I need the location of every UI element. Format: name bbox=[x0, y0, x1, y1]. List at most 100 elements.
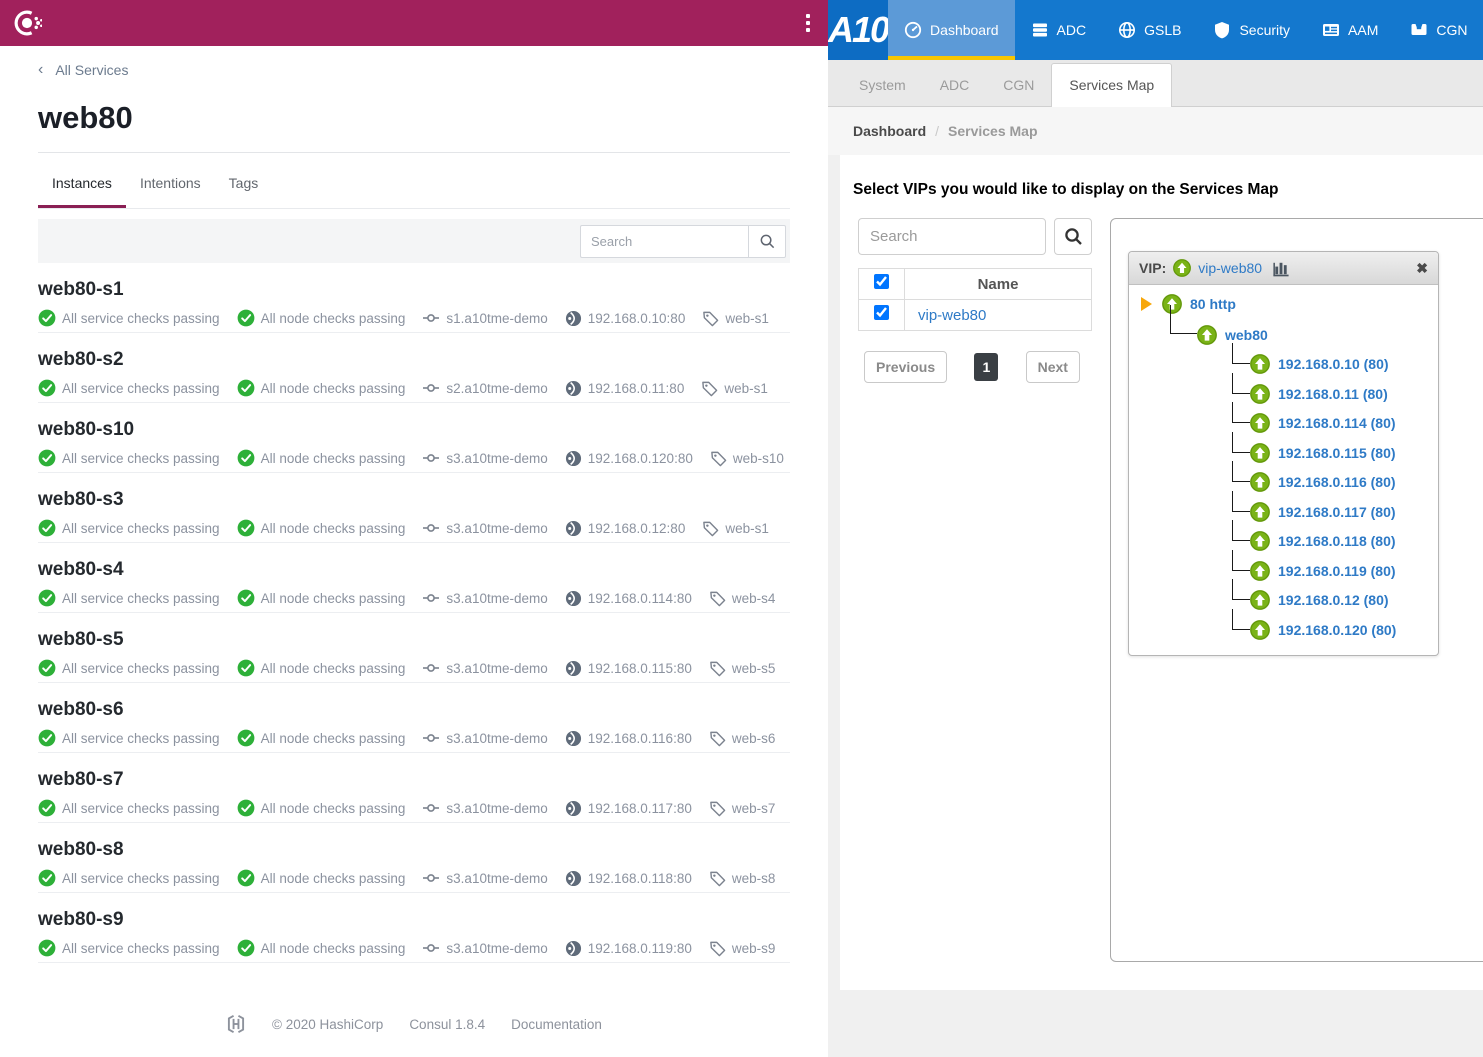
breadcrumb-page: Services Map bbox=[948, 123, 1038, 139]
tree-member-node[interactable]: 192.168.0.118 (80) bbox=[1250, 531, 1396, 551]
subtab-services-map[interactable]: Services Map bbox=[1051, 63, 1172, 107]
subtab-adc[interactable]: ADC bbox=[923, 64, 987, 106]
instance-name[interactable]: web80-s3 bbox=[38, 489, 790, 511]
close-icon[interactable]: ✖ bbox=[1416, 260, 1428, 277]
instance-row[interactable]: web80-s3 All service checks passing All … bbox=[38, 473, 790, 543]
tree-member-node[interactable]: 192.168.0.119 (80) bbox=[1250, 561, 1396, 581]
check-circle-icon bbox=[38, 589, 56, 607]
select-vips-heading: Select VIPs you would like to display on… bbox=[853, 181, 1279, 199]
node-name[interactable]: s3.a10tme-demo bbox=[422, 729, 547, 747]
instance-row[interactable]: web80-s5 All service checks passing All … bbox=[38, 613, 790, 683]
tree-member-node[interactable]: 192.168.0.120 (80) bbox=[1250, 620, 1396, 640]
subtab-system[interactable]: System bbox=[842, 64, 923, 106]
ip-globe-icon bbox=[565, 660, 582, 677]
instance-name[interactable]: web80-s10 bbox=[38, 419, 790, 441]
node-name[interactable]: s2.a10tme-demo bbox=[422, 379, 547, 397]
tab-intentions[interactable]: Intentions bbox=[126, 157, 215, 208]
tree-member-node[interactable]: 192.168.0.117 (80) bbox=[1250, 502, 1396, 522]
instance-name[interactable]: web80-s7 bbox=[38, 769, 790, 791]
current-page-badge[interactable]: 1 bbox=[974, 353, 998, 381]
instance-row[interactable]: web80-s6 All service checks passing All … bbox=[38, 683, 790, 753]
node-name[interactable]: s3.a10tme-demo bbox=[422, 869, 547, 887]
instance-row[interactable]: web80-s9 All service checks passing All … bbox=[38, 893, 790, 963]
search-input[interactable] bbox=[580, 225, 748, 258]
tag-icon bbox=[709, 660, 726, 677]
tree-member-node[interactable]: 192.168.0.116 (80) bbox=[1250, 472, 1396, 492]
tree-member-node[interactable]: 192.168.0.11 (80) bbox=[1250, 384, 1388, 404]
node-name[interactable]: s3.a10tme-demo bbox=[422, 519, 547, 537]
instance-name[interactable]: web80-s2 bbox=[38, 349, 790, 371]
search-button[interactable] bbox=[748, 225, 786, 258]
instance-name[interactable]: web80-s5 bbox=[38, 629, 790, 651]
chart-icon[interactable] bbox=[1272, 259, 1290, 277]
node-name[interactable]: s3.a10tme-demo bbox=[422, 799, 547, 817]
breadcrumb[interactable]: ‹ All Services bbox=[38, 62, 790, 78]
node-name[interactable]: s3.a10tme-demo bbox=[422, 589, 547, 607]
node-name[interactable]: s3.a10tme-demo bbox=[422, 939, 547, 957]
service-checks: All service checks passing bbox=[38, 729, 220, 747]
instance-row[interactable]: web80-s10 All service checks passing All… bbox=[38, 403, 790, 473]
instance-name[interactable]: web80-s4 bbox=[38, 559, 790, 581]
nav-dashboard[interactable]: Dashboard bbox=[888, 0, 1015, 60]
node-name[interactable]: s1.a10tme-demo bbox=[422, 309, 547, 327]
nav-security[interactable]: Security bbox=[1197, 0, 1306, 60]
ip-globe-icon bbox=[565, 380, 582, 397]
instance-tag: web-s7 bbox=[709, 800, 776, 817]
instance-row[interactable]: web80-s7 All service checks passing All … bbox=[38, 753, 790, 823]
tree-member-node[interactable]: 192.168.0.10 (80) bbox=[1250, 354, 1389, 374]
footer-documentation-link[interactable]: Documentation bbox=[511, 1017, 602, 1032]
next-button[interactable]: Next bbox=[1026, 351, 1080, 383]
search-icon bbox=[759, 233, 776, 250]
select-all-checkbox[interactable] bbox=[874, 274, 889, 289]
breadcrumb-label[interactable]: All Services bbox=[55, 62, 128, 78]
instance-name[interactable]: web80-s8 bbox=[38, 839, 790, 861]
check-circle-icon bbox=[38, 449, 56, 467]
tree-service-node[interactable]: web80 bbox=[1197, 325, 1268, 345]
tree-connector bbox=[1232, 343, 1250, 364]
instance-row[interactable]: web80-s2 All service checks passing All … bbox=[38, 333, 790, 403]
tree-member-node[interactable]: 192.168.0.115 (80) bbox=[1250, 443, 1396, 463]
node-checks: All node checks passing bbox=[237, 939, 406, 957]
instance-tag: web-s1 bbox=[701, 380, 768, 397]
consul-logo-icon[interactable] bbox=[12, 8, 42, 38]
tree-member-node[interactable]: 192.168.0.12 (80) bbox=[1250, 590, 1389, 610]
nav-adc[interactable]: ADC bbox=[1015, 0, 1103, 60]
tab-instances[interactable]: Instances bbox=[38, 157, 126, 208]
check-circle-icon bbox=[38, 729, 56, 747]
instance-name[interactable]: web80-s9 bbox=[38, 909, 790, 931]
server-icon bbox=[1031, 21, 1049, 39]
a10-logo[interactable]: A10 bbox=[828, 0, 888, 60]
node-name[interactable]: s3.a10tme-demo bbox=[422, 449, 547, 467]
node-name[interactable]: s3.a10tme-demo bbox=[422, 659, 547, 677]
tree-connector bbox=[1232, 579, 1250, 600]
service-checks: All service checks passing bbox=[38, 799, 220, 817]
ip-globe-icon bbox=[565, 310, 582, 327]
tree-connector bbox=[1170, 305, 1197, 334]
vip-search-input[interactable] bbox=[858, 218, 1046, 255]
tree-member-node[interactable]: 192.168.0.114 (80) bbox=[1250, 413, 1396, 433]
vip-link[interactable]: vip-web80 bbox=[905, 300, 1092, 331]
breadcrumb-section[interactable]: Dashboard bbox=[853, 123, 926, 139]
tab-tags[interactable]: Tags bbox=[215, 157, 273, 208]
previous-button[interactable]: Previous bbox=[864, 351, 947, 383]
instance-address: 192.168.0.11:80 bbox=[565, 380, 685, 397]
vip-name-link[interactable]: vip-web80 bbox=[1198, 260, 1262, 276]
instance-row[interactable]: web80-s4 All service checks passing All … bbox=[38, 543, 790, 613]
kebab-menu-icon[interactable] bbox=[800, 10, 816, 36]
node-checks: All node checks passing bbox=[237, 449, 406, 467]
nav-gslb[interactable]: GSLB bbox=[1102, 0, 1197, 60]
nav-aam[interactable]: AAM bbox=[1306, 0, 1394, 60]
status-up-icon bbox=[1250, 354, 1270, 374]
status-up-icon bbox=[1250, 620, 1270, 640]
tree-connector bbox=[1232, 550, 1250, 571]
instance-name[interactable]: web80-s1 bbox=[38, 279, 790, 301]
instance-row[interactable]: web80-s8 All service checks passing All … bbox=[38, 823, 790, 893]
subtab-cgn[interactable]: CGN bbox=[986, 64, 1051, 106]
expander-triangle-icon[interactable] bbox=[1141, 297, 1152, 311]
instance-tag: web-s8 bbox=[709, 870, 776, 887]
vip-search-button[interactable] bbox=[1054, 218, 1092, 255]
instance-name[interactable]: web80-s6 bbox=[38, 699, 790, 721]
instance-row[interactable]: web80-s1 All service checks passing All … bbox=[38, 263, 790, 333]
vip-web80-checkbox[interactable] bbox=[874, 305, 889, 320]
nav-cgn[interactable]: CGN bbox=[1394, 0, 1483, 60]
